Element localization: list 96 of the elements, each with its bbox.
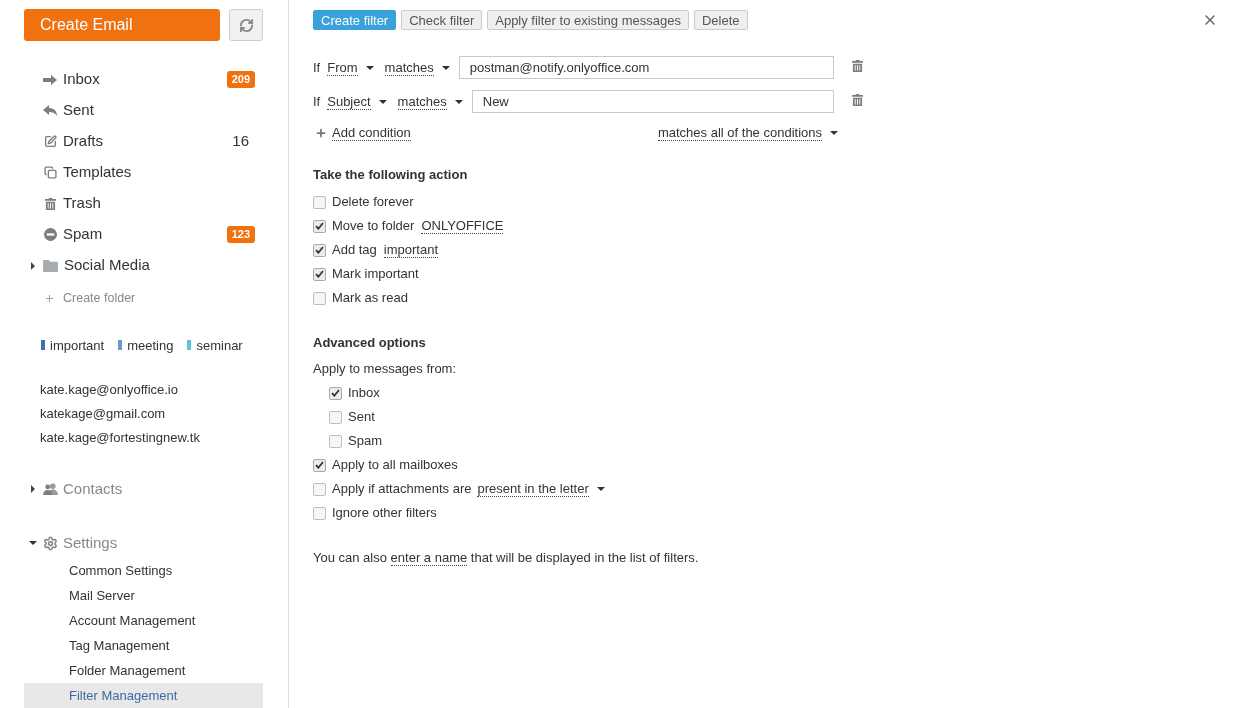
- checkbox[interactable]: [329, 434, 342, 448]
- create-folder-button[interactable]: Create folder: [44, 289, 136, 309]
- gear-icon: [42, 535, 58, 551]
- enter-name-link[interactable]: enter a name: [390, 550, 468, 567]
- folder-icon: [43, 259, 58, 272]
- checkbox-label: Sent: [348, 408, 375, 427]
- trash-icon: [852, 60, 863, 72]
- tag-link[interactable]: important: [50, 335, 105, 355]
- section-heading: Take the following action: [313, 166, 468, 185]
- folder-link[interactable]: Sent: [63, 99, 94, 122]
- checkbox-label: Add tag: [332, 241, 377, 260]
- condition-value-field[interactable]: postman@notify.onlyoffice.com: [458, 56, 834, 79]
- message-count: 16: [232, 131, 250, 152]
- match-mode-dropdown[interactable]: matches all of the conditions: [657, 125, 838, 141]
- checkbox-label: Mark as read: [332, 289, 408, 308]
- check-icon: [315, 270, 324, 278]
- checkbox[interactable]: [329, 386, 342, 400]
- caret-down-icon: [830, 131, 838, 135]
- close-icon: [1202, 12, 1218, 28]
- refresh-button[interactable]: [229, 9, 263, 41]
- settings-menu-item[interactable]: Mail Server: [24, 583, 263, 608]
- checkbox-label: Inbox: [348, 384, 380, 403]
- checkbox[interactable]: [313, 482, 326, 496]
- checkbox[interactable]: [313, 291, 326, 305]
- operator-dropdown[interactable]: matches: [397, 93, 463, 110]
- checkbox[interactable]: [313, 219, 326, 233]
- if-label: If: [313, 92, 321, 111]
- section-link[interactable]: Contacts: [63, 477, 123, 501]
- field-dropdown[interactable]: From: [327, 59, 374, 76]
- settings-menu-item[interactable]: Folder Management: [24, 658, 263, 683]
- caret-down-icon: [378, 99, 387, 104]
- section-link[interactable]: Settings: [63, 531, 118, 555]
- settings-menu-item[interactable]: Filter Management: [24, 683, 263, 708]
- folder-link[interactable]: Templates: [63, 161, 132, 184]
- tag-link[interactable]: important: [383, 242, 439, 258]
- tag-link[interactable]: seminar: [196, 335, 243, 355]
- reply-arrow-icon: [43, 105, 57, 116]
- copy-icon: [43, 166, 57, 179]
- refresh-icon: [238, 17, 254, 33]
- folder-link[interactable]: ONLYOFFICE: [421, 218, 504, 234]
- folder-link[interactable]: Spam: [63, 223, 103, 246]
- checkbox[interactable]: [313, 506, 326, 520]
- people-icon: [42, 483, 58, 495]
- checkbox-label: Ignore other filters: [332, 504, 437, 523]
- checkbox[interactable]: [313, 243, 326, 257]
- if-label: If: [313, 58, 321, 77]
- name-hint-text: You can also enter a name that will be displayed in the list of filters.: [313, 549, 699, 568]
- checkbox-label: Apply if attachments are: [332, 480, 472, 499]
- caret-down-icon: [365, 65, 374, 70]
- plus-icon: [44, 293, 55, 305]
- folder-link[interactable]: Inbox: [63, 68, 100, 91]
- add-condition-button[interactable]: Add condition: [313, 125, 411, 141]
- section-heading: Advanced options: [313, 334, 426, 353]
- plus-icon: [315, 127, 327, 139]
- checkbox-label: Delete forever: [332, 193, 414, 212]
- caret-down-icon: [596, 487, 605, 491]
- field-dropdown[interactable]: Subject: [327, 93, 387, 110]
- caret-down-icon: [454, 99, 463, 104]
- folder-link[interactable]: Drafts: [63, 130, 103, 153]
- checkbox[interactable]: [313, 195, 326, 209]
- toolbar-button[interactable]: Check filter: [401, 10, 483, 30]
- toolbar-button[interactable]: Delete: [693, 10, 748, 30]
- operator-dropdown[interactable]: matches: [384, 59, 450, 76]
- settings-menu-item[interactable]: Account Management: [24, 608, 263, 633]
- check-icon: [315, 246, 324, 254]
- checkbox-label: Move to folder: [332, 217, 415, 236]
- checkbox[interactable]: [329, 410, 342, 424]
- folder-link[interactable]: Social Media: [64, 254, 150, 277]
- checkbox-label: Apply to all mailboxes: [332, 456, 458, 475]
- settings-menu-item[interactable]: Common Settings: [24, 558, 263, 583]
- minus-circle-icon: [43, 228, 57, 241]
- check-icon: [315, 461, 324, 469]
- unread-count-badge: 123: [226, 226, 255, 243]
- edit-icon: [43, 135, 57, 148]
- sources-label: Apply to messages from:: [313, 360, 457, 379]
- checkbox-label: Mark important: [332, 265, 419, 284]
- checkbox-label: Spam: [348, 432, 382, 451]
- condition-value-field[interactable]: New: [471, 90, 834, 113]
- toolbar-button[interactable]: Apply filter to existing messages: [487, 10, 689, 30]
- account-link[interactable]: katekage@gmail.com: [40, 404, 166, 424]
- unread-count-badge: 209: [226, 71, 255, 88]
- account-link[interactable]: kate.kage@fortestingnew.tk: [40, 428, 200, 448]
- settings-menu-item[interactable]: Tag Management: [24, 633, 263, 658]
- checkbox[interactable]: [313, 267, 326, 281]
- tag-link[interactable]: meeting: [127, 335, 174, 355]
- arrow-right-icon: [43, 74, 57, 85]
- folder-link[interactable]: Trash: [63, 192, 101, 215]
- trash-icon: [852, 94, 863, 106]
- check-icon: [315, 222, 324, 230]
- account-link[interactable]: kate.kage@onlyoffice.io: [40, 380, 178, 400]
- close-button[interactable]: [1202, 12, 1218, 28]
- check-icon: [331, 389, 340, 397]
- caret-down-icon: [441, 65, 450, 70]
- attachment-dropdown[interactable]: present in the letter: [477, 481, 605, 497]
- trash-icon: [44, 197, 56, 210]
- checkbox[interactable]: [313, 458, 326, 472]
